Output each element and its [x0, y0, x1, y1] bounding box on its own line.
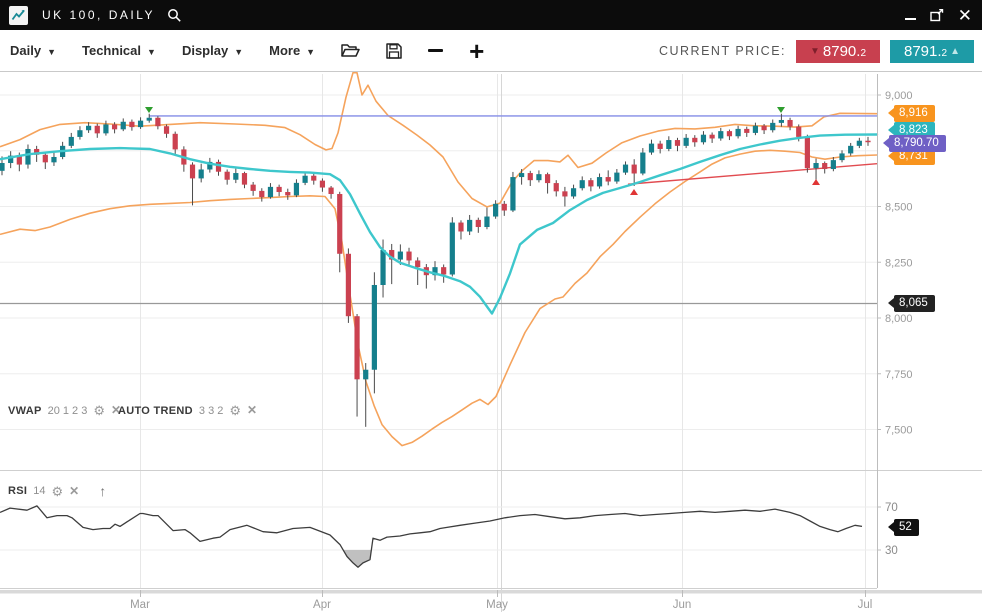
app-logo-icon: [9, 6, 28, 25]
chevron-down-icon: ▼: [234, 45, 243, 57]
chevron-down-icon: ▼: [147, 45, 156, 57]
svg-text:May: May: [486, 599, 508, 611]
title-bar: UK 100, DAILY ✕: [0, 0, 982, 30]
gear-icon[interactable]: ⚙: [52, 485, 64, 498]
zoom-in-button[interactable]: +: [469, 41, 484, 61]
chart-title: UK 100, DAILY: [42, 8, 155, 22]
more-menu-label: More: [269, 43, 300, 58]
ask-price-value: 8791.2: [904, 43, 947, 60]
timeframe-menu-label: Daily: [10, 43, 41, 58]
display-menu-label: Display: [182, 43, 228, 58]
close-icon[interactable]: ✕: [69, 485, 79, 498]
trading-app-window: UK 100, DAILY ✕ Daily ▼ Tec: [0, 0, 982, 615]
technical-menu[interactable]: Technical ▼: [82, 43, 156, 58]
svg-text:7,500: 7,500: [885, 425, 913, 437]
rsi-label: RSI: [8, 485, 27, 497]
chevron-down-icon: ▼: [306, 45, 315, 57]
svg-text:Jun: Jun: [673, 599, 692, 611]
svg-text:9,000: 9,000: [885, 90, 913, 102]
vwap-params: 20 1 2 3: [48, 405, 88, 417]
svg-text:Jul: Jul: [858, 599, 873, 611]
more-menu[interactable]: More ▼: [269, 43, 315, 58]
svg-text:70: 70: [885, 502, 898, 514]
chart-toolbar: Daily ▼ Technical ▼ Display ▼ More ▼: [0, 30, 982, 72]
vwap-label: VWAP: [8, 405, 42, 417]
svg-text:Mar: Mar: [130, 599, 150, 611]
gear-icon[interactable]: ⚙: [229, 404, 241, 417]
close-icon[interactable]: ✕: [958, 7, 972, 24]
chevron-down-icon: ▼: [47, 45, 56, 57]
svg-text:30: 30: [885, 545, 898, 557]
autotrend-label: AUTO TREND: [118, 405, 193, 417]
popout-button[interactable]: [930, 9, 944, 22]
autotrend-indicator-row: AUTO TREND 3 3 2 ⚙ ✕: [118, 404, 257, 417]
price-badge: 52: [894, 519, 919, 536]
svg-text:Apr: Apr: [313, 599, 331, 611]
move-pane-up-icon[interactable]: ↑: [99, 483, 106, 499]
svg-text:8,000: 8,000: [885, 313, 913, 325]
display-menu[interactable]: Display ▼: [182, 43, 243, 58]
gear-icon[interactable]: ⚙: [93, 404, 105, 417]
svg-text:7,750: 7,750: [885, 369, 913, 381]
open-folder-icon[interactable]: [341, 43, 360, 58]
search-icon[interactable]: [167, 8, 182, 23]
price-chart-canvas[interactable]: 9,000 8,500 8,250 8,000 7,750 7,500 70 30 Mar Apr…: [0, 72, 982, 615]
autotrend-params: 3 3 2: [199, 405, 223, 417]
ask-price-badge: 8791.2 ▲: [890, 40, 974, 63]
svg-text:8,500: 8,500: [885, 202, 913, 214]
arrow-up-icon: ▲: [950, 46, 960, 57]
price-badge: 8,065: [894, 295, 935, 312]
close-icon[interactable]: ✕: [247, 404, 257, 417]
minimize-button[interactable]: [905, 10, 916, 20]
rsi-indicator-row: RSI 14 ⚙ ✕ ↑: [8, 483, 106, 499]
zoom-out-button[interactable]: [428, 49, 443, 52]
bid-price-value: 8790.2: [823, 43, 866, 60]
technical-menu-label: Technical: [82, 43, 141, 58]
arrow-down-icon: ▼: [810, 46, 820, 57]
current-price-label: CURRENT PRICE:: [659, 44, 786, 58]
price-badge: 8,916: [894, 105, 935, 122]
vwap-indicator-row: VWAP 20 1 2 3 ⚙ ✕: [8, 404, 121, 417]
price-badge: 8,790.70: [889, 135, 946, 152]
rsi-params: 14: [33, 485, 45, 497]
timeframe-menu[interactable]: Daily ▼: [10, 43, 56, 58]
svg-text:8,250: 8,250: [885, 257, 913, 269]
bid-price-badge: ▼ 8790.2: [796, 40, 880, 63]
save-icon[interactable]: [386, 43, 402, 59]
